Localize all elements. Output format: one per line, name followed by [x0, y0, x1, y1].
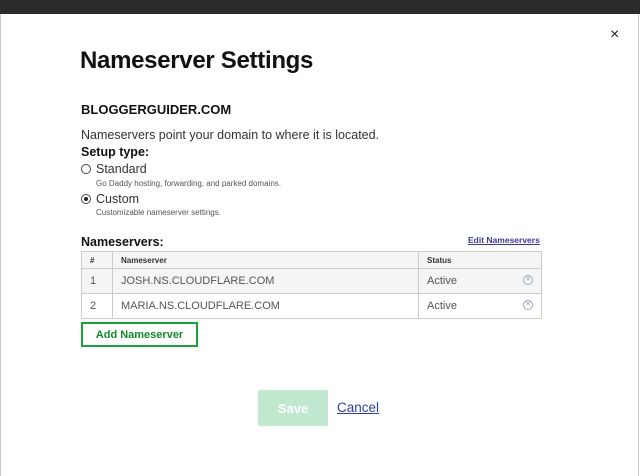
description: Nameservers point your domain to where i…: [81, 128, 380, 142]
table-row: 2 MARIA.NS.CLOUDFLARE.COM Active ✕: [81, 293, 542, 319]
radio-description: Customizable nameserver settings.: [96, 208, 221, 217]
radio-label: Custom: [96, 192, 140, 206]
radio-custom[interactable]: Custom: [81, 192, 139, 206]
save-button[interactable]: Save: [258, 390, 328, 426]
row-status: Active ✕: [418, 293, 542, 319]
page-title: Nameserver Settings: [80, 47, 314, 74]
nameservers-label: Nameservers:: [81, 235, 164, 249]
row-num: 2: [81, 293, 113, 319]
row-status: Active ✕: [418, 268, 542, 294]
domain-name: BLOGGERGUIDER.COM: [81, 102, 232, 117]
status-text: Active: [427, 300, 457, 312]
row-num: 1: [81, 268, 113, 294]
row-nameserver: MARIA.NS.CLOUDFLARE.COM: [112, 293, 419, 319]
top-bar: [0, 0, 640, 14]
nameserver-table: # Nameserver Status 1 JOSH.NS.CLOUDFLARE.CO…: [81, 251, 542, 319]
radio-unchecked-icon[interactable]: [81, 164, 91, 174]
setup-type-label: Setup type:: [81, 145, 150, 159]
edit-nameservers-link[interactable]: Edit Nameservers: [468, 235, 540, 245]
header-num: #: [81, 251, 113, 269]
table-row: 1 JOSH.NS.CLOUDFLARE.COM Active ✕: [81, 268, 542, 294]
header-status: Status: [418, 251, 542, 269]
remove-icon[interactable]: ✕: [523, 300, 533, 310]
row-nameserver: JOSH.NS.CLOUDFLARE.COM: [112, 268, 419, 294]
table-header: # Nameserver Status: [81, 251, 542, 269]
radio-standard[interactable]: Standard: [81, 162, 147, 176]
radio-label: Standard: [96, 162, 147, 176]
close-icon[interactable]: ×: [610, 26, 619, 44]
status-text: Active: [427, 275, 457, 287]
radio-checked-icon[interactable]: [81, 194, 91, 204]
radio-description: Go Daddy hosting, forwarding, and parked…: [96, 179, 281, 188]
add-nameserver-button[interactable]: Add Nameserver: [81, 322, 198, 347]
cancel-link[interactable]: Cancel: [337, 400, 379, 415]
remove-icon[interactable]: ✕: [523, 275, 533, 285]
header-nameserver: Nameserver: [112, 251, 419, 269]
